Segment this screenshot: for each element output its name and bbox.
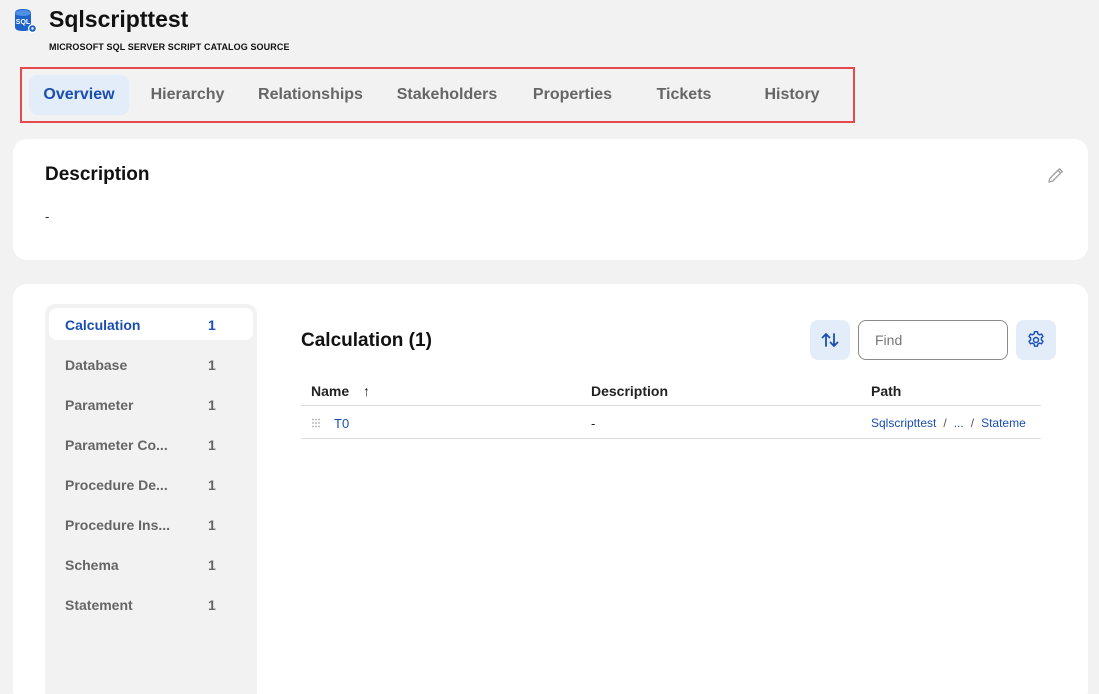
row-name-link[interactable]: T0 — [334, 416, 349, 431]
sidebar-item-database[interactable]: Database 1 — [49, 348, 253, 380]
find-input[interactable] — [858, 320, 1008, 360]
gear-icon — [1028, 330, 1044, 347]
column-header-path[interactable]: Path — [871, 383, 901, 399]
sidebar-item-count: 1 — [208, 357, 216, 373]
drag-handle-icon[interactable] — [311, 418, 321, 428]
details-card: Calculation 1 Database 1 Parameter 1 Par… — [13, 284, 1088, 694]
path-separator: / — [943, 416, 947, 430]
pencil-icon[interactable] — [1046, 165, 1066, 185]
row-description: - — [591, 416, 596, 431]
tab-hierarchy[interactable]: Hierarchy — [129, 75, 246, 115]
sidebar-item-label: Parameter — [65, 397, 134, 413]
sort-button[interactable] — [810, 320, 850, 360]
settings-button[interactable] — [1016, 320, 1056, 360]
sidebar-item-label: Procedure De... — [65, 477, 168, 493]
tab-overview[interactable]: Overview — [29, 75, 129, 115]
tabs-highlight-box: Overview Hierarchy Relationships Stakeho… — [20, 67, 855, 123]
column-header-description[interactable]: Description — [591, 383, 668, 399]
tab-properties[interactable]: Properties — [519, 75, 626, 115]
description-title: Description — [45, 164, 150, 185]
tab-bar: Overview Hierarchy Relationships Stakeho… — [29, 75, 842, 115]
tab-tickets[interactable]: Tickets — [626, 75, 742, 115]
sidebar-item-procedure-ins[interactable]: Procedure Ins... 1 — [49, 508, 253, 540]
description-card: Description - — [13, 139, 1088, 260]
sidebar-item-calculation[interactable]: Calculation 1 — [49, 308, 253, 340]
sidebar-item-statement[interactable]: Statement 1 — [49, 588, 253, 620]
content-title: Calculation (1) — [301, 330, 432, 351]
description-value: - — [45, 209, 50, 224]
sidebar-item-count: 1 — [208, 597, 216, 613]
sidebar-item-label: Procedure Ins... — [65, 517, 171, 533]
table-row[interactable]: T0 - Sqlscripttest /... / Stateme — [301, 406, 1041, 439]
sidebar-item-count: 1 — [208, 437, 216, 453]
sidebar-item-parameter[interactable]: Parameter 1 — [49, 388, 253, 420]
svg-text:SQL: SQL — [16, 19, 31, 26]
path-segment-ellipsis[interactable]: ... — [954, 416, 964, 430]
sort-arrows-icon — [821, 333, 839, 347]
sidebar-item-count: 1 — [208, 557, 216, 573]
sidebar-item-label: Parameter Co... — [65, 437, 168, 453]
sidebar-item-label: Schema — [65, 557, 119, 573]
row-path: Sqlscripttest /... / Stateme — [871, 416, 1026, 430]
sidebar-item-label: Database — [65, 357, 128, 373]
sidebar-item-label: Statement — [65, 597, 133, 613]
sidebar-item-schema[interactable]: Schema 1 — [49, 548, 253, 580]
tab-history[interactable]: History — [742, 75, 842, 115]
sidebar-item-count: 1 — [208, 317, 216, 333]
tab-stakeholders[interactable]: Stakeholders — [375, 75, 519, 115]
path-separator: / — [970, 416, 975, 430]
path-segment-root[interactable]: Sqlscripttest — [871, 416, 936, 430]
page-header: SQL Sqlscripttest MICROSOFT SQL SERVER S… — [12, 6, 612, 56]
column-header-name[interactable]: Name ↑ — [311, 383, 370, 399]
sidebar-item-count: 1 — [208, 397, 216, 413]
type-sidebar: Calculation 1 Database 1 Parameter 1 Par… — [45, 304, 257, 694]
sidebar-item-count: 1 — [208, 517, 216, 533]
page-title: Sqlscripttest — [49, 6, 189, 32]
sort-asc-icon: ↑ — [363, 383, 371, 399]
table-header: Name ↑ Description Path — [301, 376, 1041, 406]
path-segment-statement[interactable]: Stateme — [981, 416, 1026, 430]
page-subtitle: MICROSOFT SQL SERVER SCRIPT CATALOG SOUR… — [49, 42, 290, 52]
sql-database-icon: SQL — [15, 9, 37, 33]
sidebar-item-count: 1 — [208, 477, 216, 493]
sidebar-item-parameter-co[interactable]: Parameter Co... 1 — [49, 428, 253, 460]
sidebar-item-procedure-de[interactable]: Procedure De... 1 — [49, 468, 253, 500]
sidebar-item-label: Calculation — [65, 317, 141, 333]
tab-relationships[interactable]: Relationships — [246, 75, 375, 115]
results-table: Name ↑ Description Path T0 - Sqlscriptte… — [301, 376, 1041, 439]
